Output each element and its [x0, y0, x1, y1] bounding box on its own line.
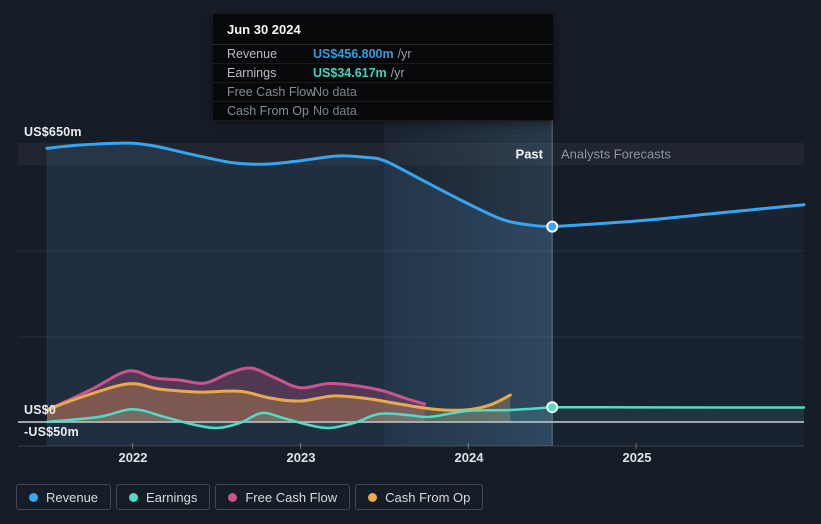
x-tick-2022: 2022: [118, 450, 148, 465]
chart-legend: Revenue Earnings Free Cash Flow Cash From O…: [16, 484, 484, 510]
tooltip-row-label: Revenue: [227, 47, 278, 61]
legend-cash-from-op[interactable]: Cash From Op: [355, 484, 484, 510]
legend-earnings[interactable]: Earnings: [116, 484, 211, 510]
x-tick-2023: 2023: [286, 450, 316, 465]
tooltip-row-earnings: Earnings US$34.617m/yr: [213, 64, 553, 83]
past-section-label: Past: [515, 146, 543, 162]
chart-tooltip: Jun 30 2024 Revenue US$456.800m/yr Earning…: [213, 14, 553, 121]
y-axis-label-zero: US$0: [24, 403, 57, 417]
legend-label: Earnings: [146, 489, 198, 505]
revenue-hover-marker: [546, 220, 559, 233]
legend-color-dot: [228, 492, 238, 502]
y-axis-label-neg50m: -US$50m: [24, 425, 79, 439]
tooltip-row-value: US$456.800m: [313, 47, 394, 61]
earnings-hover-marker: [546, 401, 559, 414]
legend-color-dot: [129, 492, 139, 502]
tooltip-row-label: Free Cash Flow: [227, 85, 316, 99]
tooltip-row-label: Cash From Op: [227, 104, 309, 118]
tooltip-row-unit: /yr: [390, 66, 405, 80]
tooltip-row-free-cash-flow: Free Cash Flow No data: [213, 83, 553, 102]
stock-financials-chart: US$650m US$0 -US$50m Past Analysts Forec…: [0, 0, 821, 524]
tooltip-row-unit: /yr: [397, 47, 412, 61]
tooltip-row-cash-from-op: Cash From Op No data: [213, 102, 553, 121]
earnings-area-forecast: [552, 407, 804, 422]
legend-color-dot: [29, 492, 38, 502]
x-tick-2024: 2024: [454, 450, 484, 465]
y-axis-label-650m: US$650m: [24, 125, 82, 139]
x-tick-2025: 2025: [622, 450, 652, 465]
legend-color-dot: [368, 492, 378, 502]
tooltip-row-value: No data: [313, 85, 357, 99]
legend-label: Revenue: [46, 489, 99, 505]
tooltip-row-value: No data: [313, 104, 357, 118]
legend-label: Cash From Op: [385, 489, 471, 505]
tooltip-date: Jun 30 2024: [213, 14, 553, 45]
tooltip-row-value: US$34.617m: [313, 66, 387, 80]
analysts-forecasts-section-label: Analysts Forecasts: [561, 146, 671, 162]
highlight-band: [384, 119, 553, 446]
tooltip-row-label: Earnings: [227, 66, 277, 80]
legend-label: Free Cash Flow: [245, 489, 338, 505]
tooltip-row-revenue: Revenue US$456.800m/yr: [213, 45, 553, 64]
legend-free-cash-flow[interactable]: Free Cash Flow: [215, 484, 351, 510]
legend-revenue[interactable]: Revenue: [16, 484, 112, 510]
